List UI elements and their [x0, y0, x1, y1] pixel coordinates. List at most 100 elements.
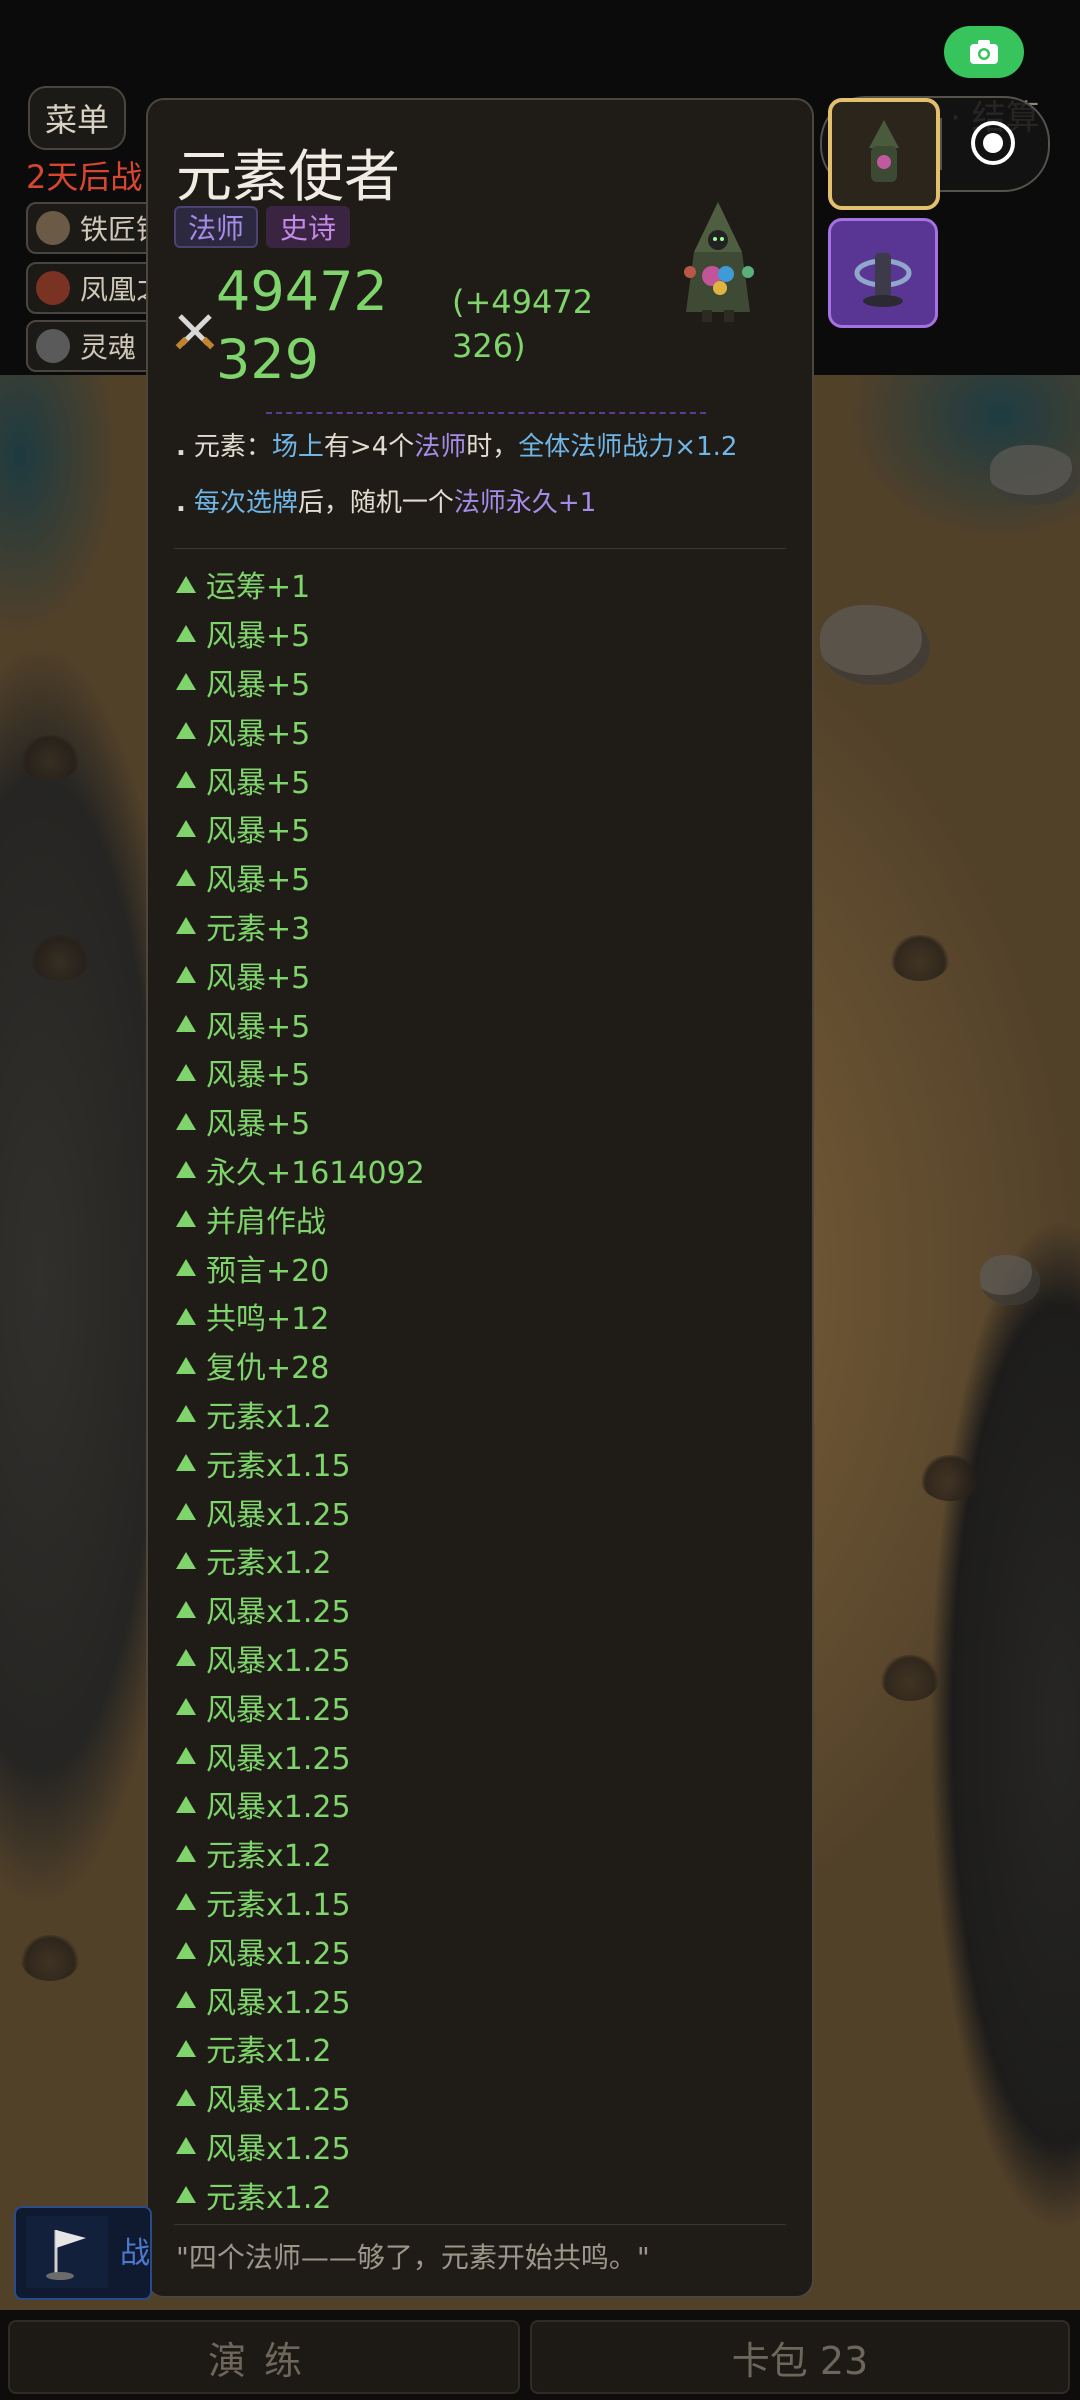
rarity-tag: 史诗 — [266, 206, 351, 248]
flavor-quote: "四个法师——够了，元素开始共鸣。" — [176, 2241, 650, 2274]
up-triangle-icon — [176, 1405, 196, 1423]
up-triangle-icon — [176, 1210, 196, 1228]
bush — [20, 1935, 80, 1981]
battle-widget[interactable]: 战 — [14, 2206, 152, 2300]
buff-item: 复仇+28 — [176, 1341, 425, 1390]
close-program-icon[interactable] — [970, 120, 1016, 166]
buff-item: 风暴x1.25 — [176, 1780, 425, 1829]
buff-item: 元素x1.2 — [176, 1390, 425, 1439]
ability-card-pick: . 每次选牌后，随机一个法师永久+1 — [176, 482, 596, 519]
buff-item: 风暴+5 — [176, 1048, 425, 1097]
buff-label: 元素x1.15 — [206, 1887, 351, 1923]
buff-label: 风暴x1.25 — [206, 1692, 351, 1728]
dashed-divider — [266, 412, 706, 414]
battle-countdown: 2天后战 — [26, 158, 143, 196]
up-triangle-icon — [176, 1454, 196, 1472]
buff-label: 元素x1.2 — [206, 1546, 332, 1582]
buff-label: 风暴x1.25 — [206, 1643, 351, 1679]
buff-label: 风暴x1.25 — [206, 1985, 351, 2021]
up-triangle-icon — [176, 1161, 196, 1179]
buff-label: 元素x1.15 — [206, 1448, 351, 1484]
bush — [20, 735, 80, 781]
buff-item: 永久+1614092 — [176, 1146, 425, 1195]
buff-label: 风暴x1.25 — [206, 1936, 351, 1972]
buff-label: 共鸣+12 — [206, 1302, 330, 1338]
buff-label: 风暴+5 — [206, 1107, 311, 1143]
buff-label: 运筹+1 — [206, 570, 311, 606]
keyword-mage: 法师 — [414, 432, 467, 462]
buff-item: 风暴x1.25 — [176, 2122, 425, 2171]
buff-item: 风暴x1.25 — [176, 1731, 425, 1780]
buff-label: 风暴x1.25 — [206, 1790, 351, 1826]
up-triangle-icon — [176, 1649, 196, 1667]
up-triangle-icon — [176, 1600, 196, 1618]
bullet-icon: . — [176, 488, 186, 518]
buff-label: 并肩作战 — [206, 1204, 326, 1240]
buff-item: 风暴x1.25 — [176, 2073, 425, 2122]
card-slot-artifact[interactable] — [828, 218, 938, 328]
rock — [980, 1255, 1040, 1305]
battle-widget-label: 战 — [120, 2236, 150, 2271]
screenshot-button[interactable] — [944, 26, 1024, 78]
buff-label: 预言+20 — [206, 1253, 330, 1289]
bush — [30, 935, 90, 981]
card-pack-button[interactable]: 卡包 23 — [530, 2320, 1070, 2394]
up-triangle-icon — [176, 2088, 196, 2106]
buff-label: 元素x1.2 — [206, 2180, 332, 2216]
buff-label: 永久+1614092 — [206, 1155, 425, 1191]
ability-elemental: . 元素：场上有>4个法师时，全体法师战力×1.2 — [176, 426, 737, 463]
up-triangle-icon — [176, 722, 196, 740]
buff-label: 风暴x1.25 — [206, 2131, 351, 2167]
menu-button[interactable]: 菜单 — [28, 86, 126, 150]
ability-text: 时， — [466, 432, 519, 462]
ability-text: 元素： — [193, 432, 272, 462]
up-triangle-icon — [176, 966, 196, 984]
buff-item: 运筹+1 — [176, 560, 425, 609]
up-triangle-icon — [176, 1893, 196, 1911]
buff-item: 元素x1.2 — [176, 2024, 425, 2073]
buff-item: 风暴x1.25 — [176, 1634, 425, 1683]
up-triangle-icon — [176, 1015, 196, 1033]
buff-label: 风暴x1.25 — [206, 2083, 351, 2119]
up-triangle-icon — [176, 917, 196, 935]
ability-text: 后，随机一个 — [297, 488, 454, 518]
up-triangle-icon — [176, 624, 196, 642]
up-triangle-icon — [176, 2039, 196, 2057]
up-triangle-icon — [176, 1356, 196, 1374]
buff-item: 元素+3 — [176, 902, 425, 951]
up-triangle-icon — [176, 1307, 196, 1325]
up-triangle-icon — [176, 2137, 196, 2155]
card-slot-selected[interactable] — [828, 98, 940, 210]
buff-label: 风暴+5 — [206, 619, 311, 655]
practice-button[interactable]: 演练 — [8, 2320, 520, 2394]
buff-item: 元素x1.2 — [176, 1536, 425, 1585]
up-triangle-icon — [176, 771, 196, 789]
up-triangle-icon — [176, 1259, 196, 1277]
rock — [990, 445, 1080, 505]
buff-label: 复仇+28 — [206, 1351, 330, 1387]
bush — [920, 1455, 980, 1501]
bullet-icon: . — [176, 432, 186, 462]
up-triangle-icon — [176, 1503, 196, 1521]
crossed-swords-icon — [175, 314, 215, 350]
buff-label: 元素+3 — [206, 911, 311, 947]
power-delta: (+49472326) — [452, 283, 594, 365]
buff-item: 元素x1.2 — [176, 2170, 425, 2219]
soul-icon — [36, 329, 70, 363]
buff-item: 共鸣+12 — [176, 1292, 425, 1341]
section-divider — [174, 548, 786, 549]
buff-label: 风暴+5 — [206, 765, 311, 801]
buff-list: 运筹+1 风暴+5 风暴+5 风暴+5 风暴+5 风暴+5 风暴+5 元素+3 风暴+5 风暴+5… — [176, 560, 425, 2219]
keyword-each-pick: 每次选牌 — [193, 488, 298, 518]
up-triangle-icon — [176, 1063, 196, 1081]
buff-item: 风暴+5 — [176, 853, 425, 902]
buff-label: 风暴x1.25 — [206, 1595, 351, 1631]
blacksmith-icon — [36, 211, 70, 245]
buff-item: 元素x1.15 — [176, 1878, 425, 1927]
flag-icon — [26, 2216, 108, 2288]
buff-label: 风暴+5 — [206, 1009, 311, 1045]
bush — [880, 1655, 940, 1701]
up-triangle-icon — [176, 1112, 196, 1130]
buff-item: 风暴x1.25 — [176, 1585, 425, 1634]
up-triangle-icon — [176, 2186, 196, 2204]
